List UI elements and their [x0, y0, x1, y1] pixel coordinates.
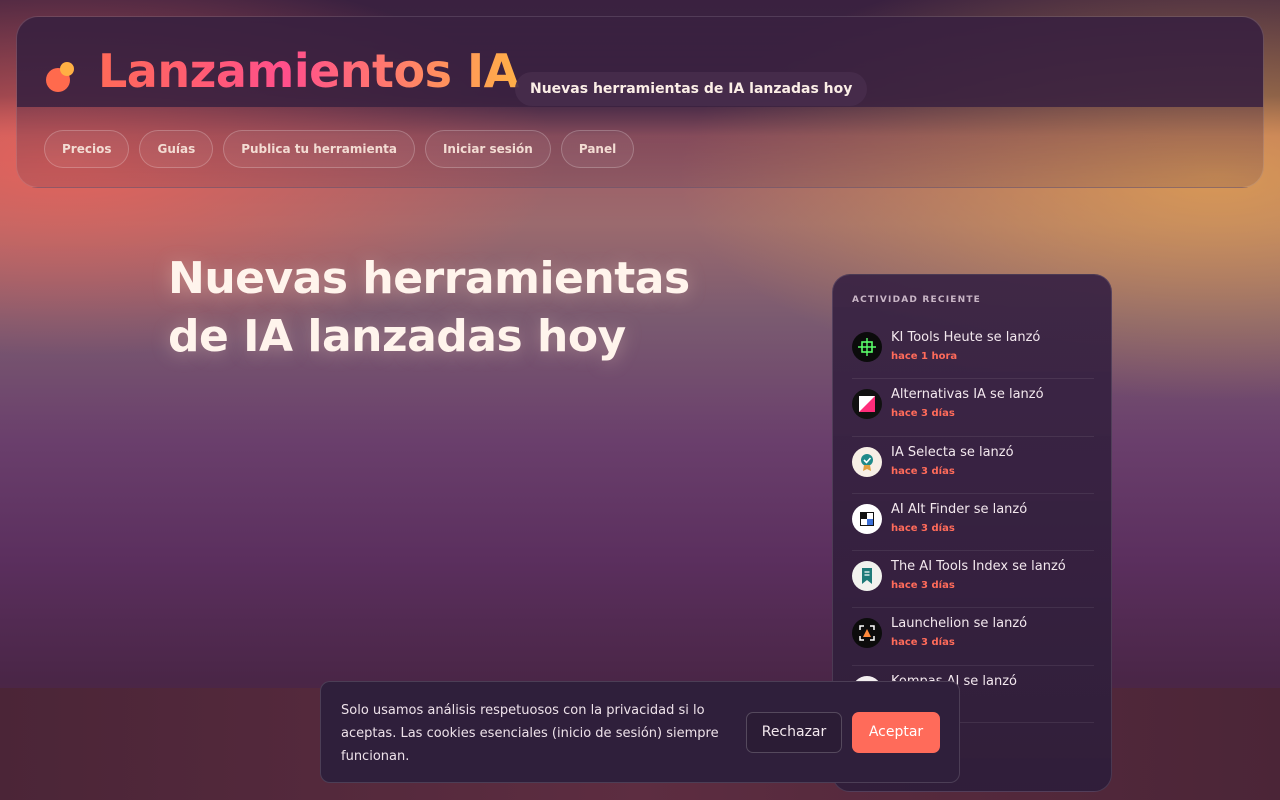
- activity-item[interactable]: IA Selecta se lanzó hace 3 días: [852, 437, 1094, 494]
- logo-icon[interactable]: [46, 60, 78, 92]
- activity-item[interactable]: AI Alt Finder se lanzó hace 3 días: [852, 494, 1094, 552]
- activity-item-time: hace 3 días: [891, 465, 955, 477]
- cookie-message: Solo usamos análisis respetuosos con la …: [341, 703, 719, 764]
- hero-title-line-1: Nuevas herramientas: [168, 253, 690, 304]
- crosshair-logo-icon: [852, 332, 882, 362]
- activity-item[interactable]: Alternativas IA se lanzó hace 3 días: [852, 379, 1094, 437]
- activity-item-time: hace 3 días: [891, 637, 955, 649]
- cookie-banner: Solo usamos análisis respetuosos con la …: [320, 681, 960, 783]
- activity-item-time: hace 3 días: [891, 408, 955, 420]
- nav-item-pricing[interactable]: Precios: [44, 130, 130, 168]
- activity-item-time: hace 3 días: [891, 580, 955, 592]
- bookmark-logo-icon: [852, 561, 882, 592]
- nav-item-submit-tool[interactable]: Publica tu herramienta: [223, 130, 415, 168]
- activity-item-time: hace 1 hora: [891, 351, 958, 362]
- tagline-badge: Nuevas herramientas de IA lanzadas hoy: [515, 72, 868, 106]
- brand-name[interactable]: Lanzamientos IA: [98, 44, 519, 98]
- blocks-logo-icon: [852, 503, 882, 534]
- main-nav: Precios Guías Publica tu herramienta Ini…: [44, 130, 635, 168]
- activity-item-name: KI Tools Heute se lanzó: [891, 330, 1041, 345]
- activity-item[interactable]: The AI Tools Index se lanzó hace 3 días: [852, 551, 1094, 609]
- activity-item-name: Launchelion se lanzó: [891, 616, 1028, 632]
- nav-item-guides[interactable]: Guías: [139, 130, 214, 168]
- activity-item-name: AI Alt Finder se lanzó: [891, 501, 1028, 517]
- nav-item-dashboard[interactable]: Panel: [560, 130, 635, 168]
- frame-logo-icon: [852, 618, 882, 649]
- nav-item-login[interactable]: Iniciar sesión: [424, 130, 551, 168]
- activity-item[interactable]: Launchelion se lanzó hace 3 días: [852, 608, 1094, 666]
- activity-item-name: IA Selecta se lanzó: [891, 444, 1014, 460]
- activity-item[interactable]: KI Tools Heute se lanzó hace 1 hora: [852, 322, 1094, 380]
- hero-title: Nuevas herramientas de IA lanzadas hoy: [168, 250, 728, 366]
- badge-check-logo-icon: [852, 446, 882, 477]
- hero-title-line-2: de IA lanzadas hoy: [168, 311, 626, 362]
- activity-item-name: Alternativas IA se lanzó: [891, 387, 1044, 403]
- activity-item-time: hace 3 días: [891, 522, 955, 534]
- activity-item-name: The AI Tools Index se lanzó: [891, 559, 1066, 575]
- accept-cookies-button[interactable]: Aceptar: [852, 712, 940, 753]
- logo-dot-small: [60, 62, 74, 76]
- reject-cookies-button[interactable]: Rechazar: [746, 712, 842, 753]
- activity-panel-title: ACTIVIDAD RECIENTE: [852, 295, 982, 305]
- triangle-logo-icon: [852, 389, 882, 420]
